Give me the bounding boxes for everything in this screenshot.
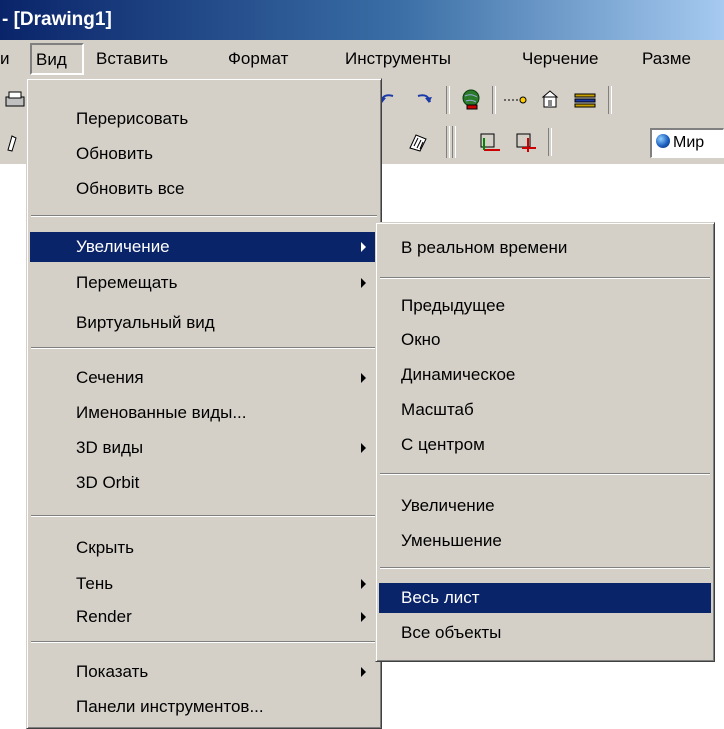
- ucs-world-label: Мир: [673, 134, 705, 151]
- submenu-item-window[interactable]: Окно: [379, 325, 711, 355]
- submenu-item-realtime[interactable]: В реальном времени: [379, 233, 711, 263]
- menu-item-render[interactable]: Render: [30, 602, 378, 632]
- toolbar-separator: [548, 128, 552, 156]
- print-icon[interactable]: [2, 88, 28, 112]
- submenu-arrow-icon: [361, 579, 366, 589]
- ucs-named-icon[interactable]: [514, 130, 540, 154]
- submenu-item-extents[interactable]: Все объекты: [379, 618, 711, 648]
- menu-item-3d-orbit[interactable]: 3D Orbit: [30, 468, 378, 498]
- menu-view[interactable]: Вид: [30, 43, 84, 75]
- menu-item-hide[interactable]: Скрыть: [30, 533, 378, 563]
- submenu-arrow-icon: [361, 242, 366, 252]
- menu-item-toolbars[interactable]: Панели инструментов...: [30, 692, 378, 722]
- menu-item-pan[interactable]: Перемещать: [30, 268, 378, 298]
- menu-dimension[interactable]: Разме: [642, 40, 691, 78]
- menu-item-aerial-view[interactable]: Виртуальный вид: [30, 308, 378, 338]
- submenu-item-center[interactable]: С центром: [379, 430, 711, 460]
- menu-format[interactable]: Формат: [228, 40, 288, 78]
- menu-item-3d-views[interactable]: 3D виды: [30, 433, 378, 463]
- submenu-item-previous[interactable]: Предыдущее: [379, 291, 711, 321]
- toolbar-separator: [608, 86, 612, 114]
- menu-separator: [31, 515, 377, 517]
- distance-icon[interactable]: [502, 88, 528, 112]
- menu-separator: [31, 641, 377, 643]
- menu-item-shade[interactable]: Тень: [30, 569, 378, 599]
- ucs-world-dropdown[interactable]: Мир: [650, 128, 724, 158]
- block-icon[interactable]: [538, 87, 564, 111]
- menu-item-named-views[interactable]: Именованные виды...: [30, 398, 378, 428]
- menu-item-zoom[interactable]: Увеличение: [30, 232, 378, 262]
- menu-item-regen-all[interactable]: Обновить все: [30, 174, 378, 204]
- submenu-arrow-icon: [361, 612, 366, 622]
- menu-view-label: Вид: [36, 50, 67, 69]
- menu-item-display[interactable]: Показать: [30, 657, 378, 687]
- view-menu: Перерисовать Обновить Обновить все Увели…: [26, 78, 382, 729]
- menu-bar: и Вид Вставить Формат Инструменты Черчен…: [0, 40, 724, 78]
- submenu-arrow-icon: [361, 278, 366, 288]
- submenu-arrow-icon: [361, 373, 366, 383]
- submenu-arrow-icon: [361, 667, 366, 677]
- globe-icon: [656, 134, 670, 148]
- window-title-bar[interactable]: - [Drawing1]: [0, 0, 724, 40]
- toolbar-separator: [446, 86, 450, 114]
- menu-insert[interactable]: Вставить: [96, 40, 168, 78]
- submenu-item-all[interactable]: Весь лист: [379, 583, 711, 613]
- ucs-icon[interactable]: [478, 130, 504, 154]
- menu-edit[interactable]: и: [0, 40, 10, 78]
- menu-tools[interactable]: Инструменты: [345, 40, 451, 78]
- zoom-submenu: В реальном времени Предыдущее Окно Динам…: [375, 222, 715, 662]
- globe-link-icon[interactable]: [458, 87, 484, 111]
- hatch-icon[interactable]: [406, 130, 432, 154]
- redo-icon[interactable]: [410, 88, 436, 112]
- menu-separator: [380, 277, 710, 279]
- submenu-arrow-icon: [361, 443, 366, 453]
- window-title: - [Drawing1]: [2, 9, 112, 30]
- submenu-item-dynamic[interactable]: Динамическое: [379, 360, 711, 390]
- toolbar-separator: [452, 126, 456, 158]
- menu-separator: [31, 215, 377, 217]
- menu-draw[interactable]: Черчение: [522, 40, 599, 78]
- pencil-icon[interactable]: [2, 130, 28, 154]
- submenu-item-zoom-out[interactable]: Уменьшение: [379, 526, 711, 556]
- menu-item-redraw[interactable]: Перерисовать: [30, 104, 378, 134]
- layer-icon[interactable]: [572, 88, 598, 112]
- submenu-item-zoom-in[interactable]: Увеличение: [379, 491, 711, 521]
- toolbar-separator: [492, 86, 496, 114]
- menu-item-sections[interactable]: Сечения: [30, 363, 378, 393]
- toolbar-separator: [446, 126, 450, 158]
- menu-separator: [380, 567, 710, 569]
- menu-separator: [31, 347, 377, 349]
- menu-item-regen[interactable]: Обновить: [30, 139, 378, 169]
- submenu-item-scale[interactable]: Масштаб: [379, 395, 711, 425]
- menu-separator: [380, 473, 710, 475]
